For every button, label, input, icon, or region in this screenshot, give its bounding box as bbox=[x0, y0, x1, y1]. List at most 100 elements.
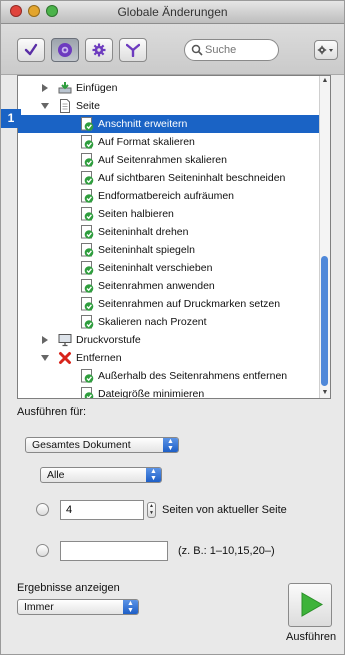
scroll-up-arrow[interactable]: ▲ bbox=[320, 76, 330, 86]
tree-item-label: Entfernen bbox=[76, 352, 122, 364]
search-input[interactable] bbox=[205, 42, 275, 58]
fix-icon bbox=[80, 261, 94, 275]
results-label: Ergebnisse anzeigen bbox=[17, 582, 120, 594]
play-icon bbox=[301, 592, 324, 617]
results-value: Immer bbox=[24, 601, 54, 613]
gear-menu-icon bbox=[317, 45, 333, 55]
run-for-label: Ausführen für: bbox=[17, 406, 87, 418]
tree-item-label: Seiten halbieren bbox=[98, 208, 174, 220]
page-range-field[interactable] bbox=[60, 541, 168, 561]
fix-icon bbox=[80, 225, 94, 239]
tree-item-label: Anschnitt erweitern bbox=[98, 118, 188, 130]
tree-scrollbar[interactable]: ▲ ▼ bbox=[319, 76, 330, 398]
tree-item-row[interactable]: Skalieren nach Prozent bbox=[18, 313, 322, 331]
checks-toolbar-button[interactable] bbox=[17, 38, 45, 62]
action-menu-button[interactable] bbox=[314, 40, 338, 60]
tree-item-label: Auf sichtbaren Seiteninhalt beschneiden bbox=[98, 172, 286, 184]
tree-item-row[interactable]: Endformatbereich aufräumen bbox=[18, 187, 322, 205]
global-changes-window: Globale Änderungen Einfügen Seite Anschnit… bbox=[0, 0, 345, 655]
fix-icon bbox=[80, 279, 94, 293]
scope-value: Gesamtes Dokument bbox=[32, 439, 131, 451]
page-icon bbox=[58, 99, 72, 113]
gear-icon bbox=[92, 43, 106, 57]
tree-item-row[interactable]: Seitenrahmen anwenden bbox=[18, 277, 322, 295]
tree-item-label: Seite bbox=[76, 100, 100, 112]
tree-item-label: Auf Seitenrahmen skalieren bbox=[98, 154, 227, 166]
toolbar bbox=[1, 24, 344, 75]
search-field[interactable] bbox=[184, 39, 279, 61]
filter-toolbar-button[interactable] bbox=[119, 38, 147, 62]
fix-icon bbox=[80, 369, 94, 383]
fix-icon bbox=[80, 117, 94, 131]
tree-item-label: Skalieren nach Prozent bbox=[98, 316, 207, 328]
tree-item-label: Seitenrahmen auf Druckmarken setzen bbox=[98, 298, 281, 310]
tree-item-label: Einfügen bbox=[76, 82, 118, 94]
disclosure-triangle-open-icon[interactable] bbox=[40, 101, 50, 111]
settings-toolbar-button[interactable] bbox=[85, 38, 113, 62]
run-button-label: Ausführen bbox=[286, 631, 337, 643]
disclosure-triangle-closed-icon[interactable] bbox=[40, 83, 50, 93]
gear-circle-icon bbox=[58, 43, 72, 57]
window-title: Globale Änderungen bbox=[117, 5, 228, 19]
page-range-radio[interactable] bbox=[36, 544, 49, 557]
tree-item-label: Dateigröße minimieren bbox=[98, 388, 205, 399]
fixup-tree[interactable]: Einfügen Seite Anschnitt erweitern Auf Form… bbox=[17, 75, 331, 399]
page-count-stepper[interactable]: ▲ ▼ bbox=[147, 502, 156, 518]
fix-icon bbox=[80, 315, 94, 329]
popup-arrows-icon: ▲ ▼ bbox=[163, 438, 178, 452]
scrollbar-thumb[interactable] bbox=[321, 256, 328, 386]
insert-icon bbox=[58, 81, 72, 95]
tree-item-label: Seitenrahmen anwenden bbox=[98, 280, 215, 292]
tree-item-row[interactable]: Außerhalb des Seitenrahmens entfernen bbox=[18, 367, 322, 385]
fix-icon bbox=[80, 135, 94, 149]
tree-item-label: Druckvorstufe bbox=[76, 334, 141, 346]
red-x-icon bbox=[58, 351, 72, 365]
fix-icon bbox=[80, 171, 94, 185]
pages-value: Alle bbox=[47, 469, 65, 481]
tree-group-row[interactable]: Seite bbox=[18, 97, 322, 115]
tree-item-label: Außerhalb des Seitenrahmens entfernen bbox=[98, 370, 288, 382]
tree-item-row[interactable]: Auf sichtbaren Seiteninhalt beschneiden bbox=[18, 169, 322, 187]
fix-icon bbox=[80, 243, 94, 257]
tree-item-row[interactable]: Seiteninhalt verschieben bbox=[18, 259, 322, 277]
tree-item-row[interactable]: Seiten halbieren bbox=[18, 205, 322, 223]
funnel-icon bbox=[126, 43, 140, 57]
tree-group-row[interactable]: Druckvorstufe bbox=[18, 331, 322, 349]
page-range-hint: (z. B.: 1–10,15,20–) bbox=[178, 545, 275, 557]
title-bar: Globale Änderungen bbox=[1, 1, 344, 24]
fix-icon bbox=[80, 297, 94, 311]
checkmark-icon bbox=[24, 43, 38, 56]
tree-item-row[interactable]: Dateigröße minimieren bbox=[18, 385, 322, 399]
page-count-radio[interactable] bbox=[36, 503, 49, 516]
tree-item-row[interactable]: Anschnitt erweitern bbox=[18, 115, 322, 133]
fix-icon bbox=[80, 207, 94, 221]
tree-group-row[interactable]: Entfernen bbox=[18, 349, 322, 367]
tree-item-label: Seiteninhalt drehen bbox=[98, 226, 189, 238]
scope-popup[interactable]: Gesamtes Dokument ▲ ▼ bbox=[25, 437, 179, 453]
pages-popup[interactable]: Alle ▲ ▼ bbox=[40, 467, 162, 483]
tree-item-row[interactable]: Seiteninhalt spiegeln bbox=[18, 241, 322, 259]
search-icon bbox=[191, 44, 203, 56]
results-popup[interactable]: Immer ▲ ▼ bbox=[17, 599, 139, 615]
tree-item-label: Auf Format skalieren bbox=[98, 136, 195, 148]
disclosure-triangle-open-icon[interactable] bbox=[40, 353, 50, 363]
scroll-down-arrow[interactable]: ▼ bbox=[320, 388, 330, 398]
tree-item-row[interactable]: Seiteninhalt drehen bbox=[18, 223, 322, 241]
fix-icon bbox=[80, 387, 94, 398]
tree-group-row[interactable]: Einfügen bbox=[18, 79, 322, 97]
tree-item-label: Seiteninhalt verschieben bbox=[98, 262, 213, 274]
disclosure-triangle-closed-icon[interactable] bbox=[40, 335, 50, 345]
tree-item-label: Seiteninhalt spiegeln bbox=[98, 244, 195, 256]
fixups-toolbar-button[interactable] bbox=[51, 38, 79, 62]
page-count-label: Seiten von aktueller Seite bbox=[162, 504, 287, 516]
run-button[interactable] bbox=[288, 583, 332, 627]
popup-arrows-icon: ▲ ▼ bbox=[123, 600, 138, 614]
tree-item-row[interactable]: Auf Seitenrahmen skalieren bbox=[18, 151, 322, 169]
step-badge: 1 bbox=[1, 109, 21, 128]
fix-icon bbox=[80, 153, 94, 167]
tree-item-row[interactable]: Auf Format skalieren bbox=[18, 133, 322, 151]
popup-arrows-icon: ▲ ▼ bbox=[146, 468, 161, 482]
tree-item-row[interactable]: Seitenrahmen auf Druckmarken setzen bbox=[18, 295, 322, 313]
page-count-field[interactable] bbox=[60, 500, 144, 520]
tree-item-label: Endformatbereich aufräumen bbox=[98, 190, 234, 202]
